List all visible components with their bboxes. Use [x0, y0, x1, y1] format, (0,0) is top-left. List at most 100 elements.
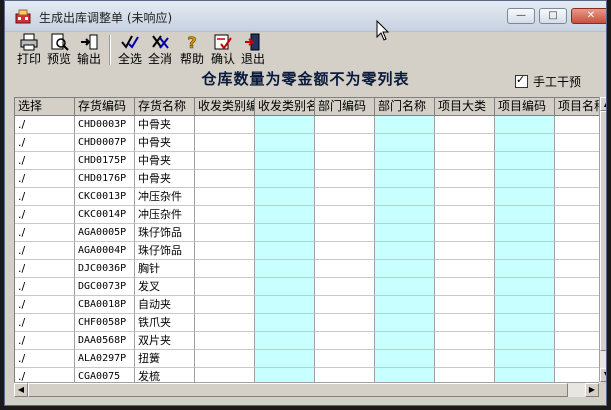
column-header-item-code[interactable]: 存货编码	[75, 98, 135, 116]
item-name-cell: 中骨夹	[135, 116, 195, 134]
empty-cell	[435, 134, 495, 152]
empty-cell	[555, 170, 600, 188]
empty-cell	[435, 242, 495, 260]
select-cell[interactable]: ./	[15, 278, 75, 296]
scroll-left-icon[interactable]: ◀	[14, 383, 28, 397]
column-header-project-code[interactable]: 项目编码	[495, 98, 555, 116]
empty-cell	[435, 206, 495, 224]
empty-cell	[315, 278, 375, 296]
select-cell[interactable]: ./	[15, 224, 75, 242]
empty-cell	[255, 278, 315, 296]
item-name-cell: 珠仔饰品	[135, 242, 195, 260]
horizontal-scroll-thumb[interactable]	[28, 383, 568, 397]
column-header-project-name[interactable]: 项目名称	[555, 98, 600, 116]
empty-cell	[195, 170, 255, 188]
minimize-button[interactable]: —	[507, 8, 535, 24]
empty-cell	[375, 224, 435, 242]
select-cell[interactable]: ./	[15, 134, 75, 152]
empty-cell	[555, 206, 600, 224]
select-all-button[interactable]: 全选	[115, 33, 145, 66]
export-button[interactable]: 输出	[74, 33, 104, 66]
empty-cell	[315, 368, 375, 383]
column-header-category-code[interactable]: 收发类别编码	[195, 98, 255, 116]
empty-cell	[195, 260, 255, 278]
data-grid[interactable]: 选择 存货编码 存货名称 收发类别编码 收发类别名称 部门编码 部门名称 项目大…	[14, 97, 600, 383]
help-button[interactable]: ? 帮助	[177, 33, 207, 66]
scroll-down-icon[interactable]: ▼	[600, 368, 606, 382]
select-cell[interactable]: ./	[15, 242, 75, 260]
empty-cell	[495, 332, 555, 350]
empty-cell	[195, 350, 255, 368]
empty-cell	[435, 278, 495, 296]
help-label: 帮助	[179, 52, 204, 66]
manual-intervention-label: 手工干预	[533, 75, 582, 89]
empty-cell	[495, 260, 555, 278]
preview-button[interactable]: 预览	[44, 33, 74, 66]
manual-intervention-checkbox[interactable]: 手工干预	[515, 73, 581, 90]
item-name-cell: 胸针	[135, 260, 195, 278]
help-icon: ?	[187, 33, 197, 51]
column-header-select[interactable]: 选择	[15, 98, 75, 116]
vertical-scroll-thumb[interactable]	[600, 111, 606, 351]
deselect-all-button[interactable]: 全消	[145, 33, 175, 66]
toolbar-separator	[109, 35, 111, 65]
empty-cell	[555, 242, 600, 260]
empty-cell	[435, 152, 495, 170]
empty-cell	[255, 260, 315, 278]
column-header-category-name[interactable]: 收发类别名称	[255, 98, 315, 116]
empty-cell	[195, 224, 255, 242]
empty-cell	[195, 278, 255, 296]
empty-cell	[315, 152, 375, 170]
item-name-cell: 珠仔饰品	[135, 224, 195, 242]
maximize-button[interactable]: □	[539, 8, 567, 24]
toolbar: 打印 预览 输出 全选 全消 ? 帮助 确认 退出	[5, 31, 606, 69]
select-cell[interactable]: ./	[15, 314, 75, 332]
checkbox-check-icon[interactable]	[515, 73, 528, 88]
column-header-project-class[interactable]: 项目大类	[435, 98, 495, 116]
exit-button[interactable]: 退出	[238, 33, 268, 66]
select-cell[interactable]: ./	[15, 332, 75, 350]
empty-cell	[255, 134, 315, 152]
item-name-cell: 冲压杂件	[135, 188, 195, 206]
empty-cell	[375, 332, 435, 350]
empty-cell	[375, 116, 435, 134]
empty-cell	[255, 206, 315, 224]
select-cell[interactable]: ./	[15, 152, 75, 170]
close-button[interactable]: ✕	[571, 8, 606, 24]
item-code-cell: CKC0013P	[75, 188, 135, 206]
column-header-item-name[interactable]: 存货名称	[135, 98, 195, 116]
empty-cell	[375, 296, 435, 314]
mouse-cursor-icon	[376, 20, 390, 41]
select-cell[interactable]: ./	[15, 350, 75, 368]
scroll-up-icon[interactable]: ▲	[600, 97, 606, 111]
confirm-label: 确认	[210, 52, 235, 66]
item-code-cell: CHD0175P	[75, 152, 135, 170]
empty-cell	[315, 188, 375, 206]
empty-cell	[255, 224, 315, 242]
empty-cell	[195, 368, 255, 383]
empty-cell	[375, 152, 435, 170]
column-header-dept-code[interactable]: 部门编码	[315, 98, 375, 116]
select-cell[interactable]: ./	[15, 170, 75, 188]
item-code-cell: CHF0058P	[75, 314, 135, 332]
empty-cell	[255, 152, 315, 170]
empty-cell	[435, 368, 495, 383]
exit-label: 退出	[240, 52, 265, 66]
item-code-cell: CHD0007P	[75, 134, 135, 152]
scroll-right-icon[interactable]: ▶	[585, 383, 599, 397]
column-header-dept-name[interactable]: 部门名称	[375, 98, 435, 116]
select-cell[interactable]: ./	[15, 368, 75, 383]
select-cell[interactable]: ./	[15, 260, 75, 278]
empty-cell	[255, 296, 315, 314]
select-cell[interactable]: ./	[15, 296, 75, 314]
vertical-scrollbar[interactable]: ▲ ▼	[599, 97, 606, 382]
select-cell[interactable]: ./	[15, 206, 75, 224]
title-bar[interactable]: 生成出库调整单 (未响应) — □ ✕	[5, 1, 606, 32]
empty-cell	[195, 296, 255, 314]
select-cell[interactable]: ./	[15, 188, 75, 206]
empty-cell	[195, 134, 255, 152]
select-cell[interactable]: ./	[15, 116, 75, 134]
horizontal-scrollbar[interactable]: ◀ ▶	[14, 382, 599, 397]
print-button[interactable]: 打印	[14, 33, 44, 66]
confirm-button[interactable]: 确认	[208, 33, 238, 66]
